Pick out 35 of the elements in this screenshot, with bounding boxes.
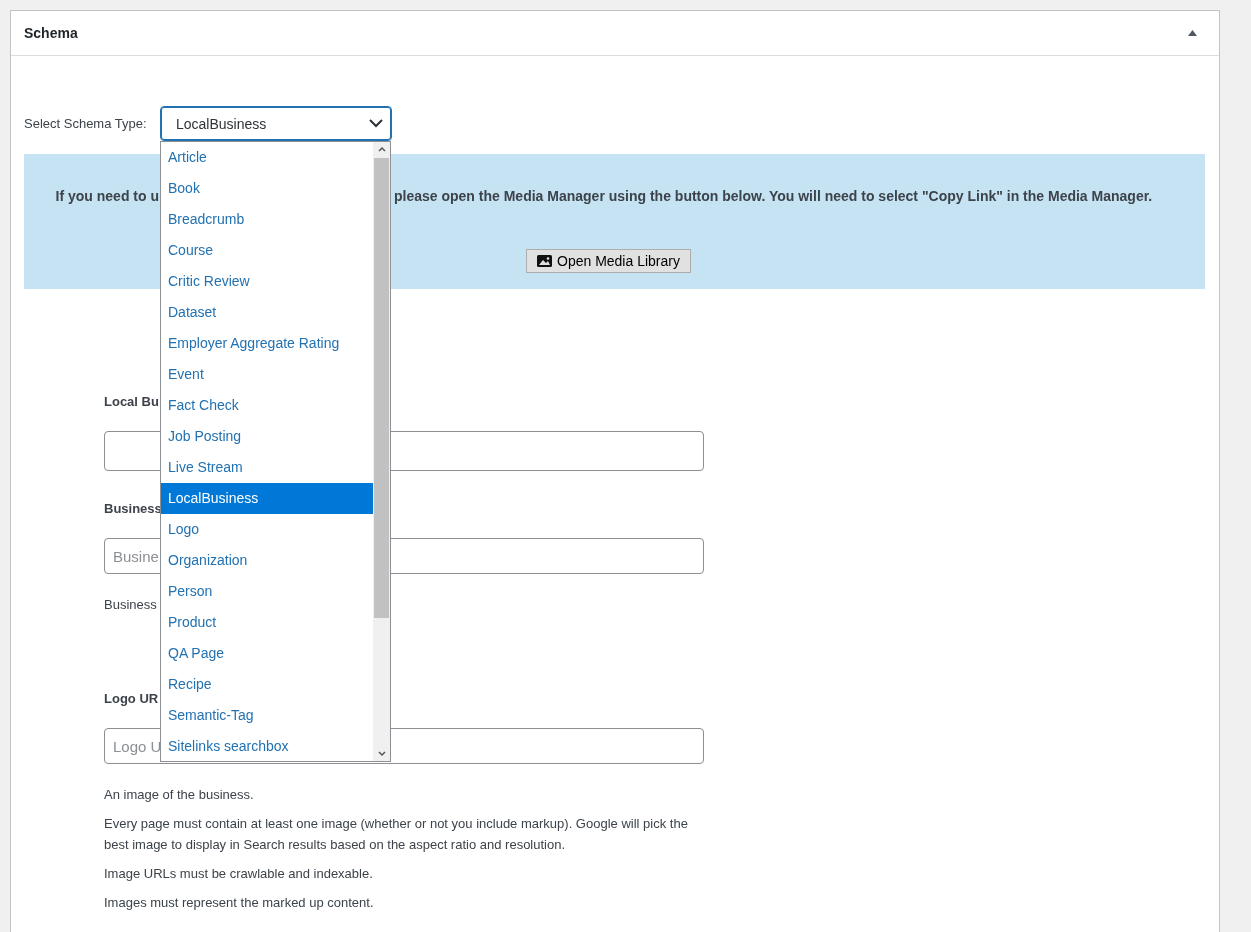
dropdown-option[interactable]: Book [161, 173, 373, 204]
chevron-down-icon [369, 119, 383, 128]
field-label: Logo UR [104, 691, 159, 706]
dropdown-option[interactable]: QA Page [161, 638, 373, 669]
dropdown-option[interactable]: Article [161, 142, 373, 173]
dropdown-option[interactable]: Semantic-Tag [161, 700, 373, 731]
help-text: An image of the business. [104, 786, 255, 804]
dropdown-option[interactable]: Employer Aggregate Rating [161, 328, 373, 359]
dropdown-option[interactable]: Person [161, 576, 373, 607]
dropdown-option[interactable]: Dataset [161, 297, 373, 328]
notice-text: If you need to u [55, 188, 160, 204]
dropdown-option[interactable]: LocalBusiness [161, 483, 373, 514]
field-label: Business [104, 501, 162, 516]
dropdown-option[interactable]: Critic Review [161, 266, 373, 297]
dropdown-option[interactable]: Breadcrumb [161, 204, 373, 235]
dropdown-option[interactable]: Live Stream [161, 452, 373, 483]
dropdown-option[interactable]: Organization [161, 545, 373, 576]
dropdown-option[interactable]: Sitelinks searchbox [161, 731, 373, 762]
help-text: Business [104, 596, 158, 614]
dropdown-option[interactable]: Product [161, 607, 373, 638]
help-text: Images must represent the marked up content. [104, 894, 375, 912]
field-label: Local Bu [104, 394, 159, 409]
help-text: Every page must contain at least one image (whether or not you include markup). Google will pick the best image to display in Search results based on the aspect ratio and resolution. [104, 815, 689, 854]
open-media-library-button[interactable]: Open Media Library [526, 249, 691, 273]
panel-title: Schema [24, 25, 78, 41]
dropdown-option[interactable]: Fact Check [161, 390, 373, 421]
image-icon [537, 255, 552, 267]
notice-text: please open the Media Manager using the button below. You will need to select "Copy Link" in the Media Manager. [393, 188, 1154, 204]
help-text: Image URLs must be crawlable and indexable. [104, 865, 374, 883]
collapse-icon[interactable] [1188, 30, 1197, 36]
dropdown-option[interactable]: Job Posting [161, 421, 373, 452]
dropdown-option[interactable]: Course [161, 235, 373, 266]
field-label: Select Schema Type: [24, 116, 148, 131]
dropdown-option[interactable]: Recipe [161, 669, 373, 700]
dropdown-option[interactable]: Event [161, 359, 373, 390]
